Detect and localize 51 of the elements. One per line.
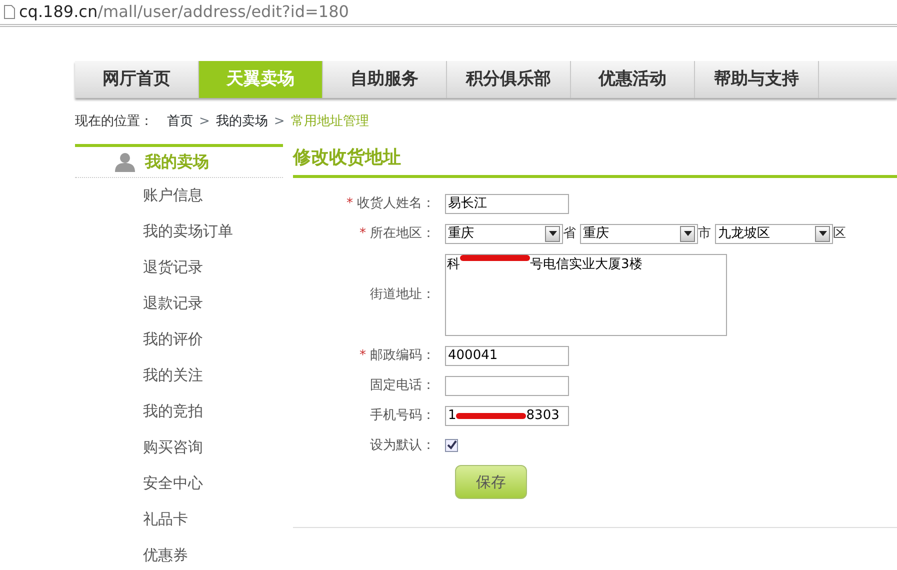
field-label: 所在地区： — [370, 226, 435, 241]
sidebar-link[interactable]: 安全中心 — [75, 466, 283, 502]
required-asterisk: * — [346, 196, 353, 211]
field-label: 手机号码： — [370, 408, 435, 423]
input-field[interactable]: 易长江 — [445, 194, 569, 214]
dropdown-arrow-icon — [684, 231, 692, 236]
sidebar-link[interactable]: 优惠券 — [75, 538, 283, 570]
select-field[interactable]: 九龙坡区 — [715, 224, 833, 244]
field-label: 固定电话： — [370, 378, 435, 393]
unit-label: 市 — [698, 224, 711, 243]
field-label: 设为默认： — [370, 438, 435, 452]
sidebar-link[interactable]: 退款记录 — [75, 286, 283, 322]
required-asterisk: * — [360, 348, 366, 363]
nav-tab[interactable]: 积分俱乐部 — [447, 61, 571, 98]
field-label: 收货人姓名： — [357, 196, 435, 211]
page-icon — [4, 5, 15, 19]
select-field[interactable]: 重庆 — [580, 224, 698, 244]
sidebar-link[interactable]: 我的关注 — [75, 358, 283, 394]
sidebar-link[interactable]: 我的评价 — [75, 322, 283, 358]
sidebar-link[interactable]: 我的竞拍 — [75, 394, 283, 430]
unit-label: 区 — [833, 224, 846, 243]
input-field[interactable]: 400041 — [445, 346, 569, 366]
nav-tab[interactable]: 自助服务 — [323, 61, 447, 98]
sidebar-link[interactable]: 礼品卡 — [75, 502, 283, 538]
sidebar-title: 我的卖场 — [145, 150, 209, 172]
unit-label: 省 — [563, 224, 576, 243]
breadcrumb-separator: > — [199, 113, 210, 131]
dropdown-arrow-icon — [548, 231, 556, 236]
breadcrumb-link[interactable]: 首页 — [167, 112, 193, 132]
input-field[interactable] — [445, 376, 569, 396]
field-label: 邮政编码： — [370, 348, 435, 363]
dropdown-arrow-icon — [818, 231, 826, 236]
breadcrumb-label: 现在的位置： — [75, 113, 153, 131]
page-title: 修改收货地址 — [293, 144, 897, 178]
breadcrumb-link[interactable]: 我的卖场 — [216, 112, 268, 132]
sidebar-link[interactable]: 退货记录 — [75, 250, 283, 286]
address-textarea[interactable]: 科 号电信实业大厦3楼 — [445, 254, 727, 336]
nav-tab[interactable]: 优惠活动 — [571, 61, 695, 98]
user-icon — [115, 152, 135, 172]
input-field[interactable]: 1 8303 — [445, 406, 569, 426]
save-button[interactable]: 保存 — [455, 465, 527, 499]
address-bar-url[interactable]: cq.189.cn/mall/user/address/edit?id=180 — [19, 0, 349, 24]
sidebar-link[interactable]: 我的卖场订单 — [75, 214, 283, 250]
breadcrumb-separator: > — [274, 113, 285, 131]
sidebar-link[interactable]: 购买咨询 — [75, 430, 283, 466]
field-label: 街道地址： — [370, 286, 435, 302]
sidebar-link[interactable]: 账户信息 — [75, 178, 283, 214]
select-field[interactable]: 重庆 — [445, 224, 563, 244]
nav-tab[interactable]: 帮助与支持 — [695, 61, 819, 98]
required-asterisk: * — [360, 226, 366, 241]
checkbox[interactable] — [445, 438, 458, 452]
